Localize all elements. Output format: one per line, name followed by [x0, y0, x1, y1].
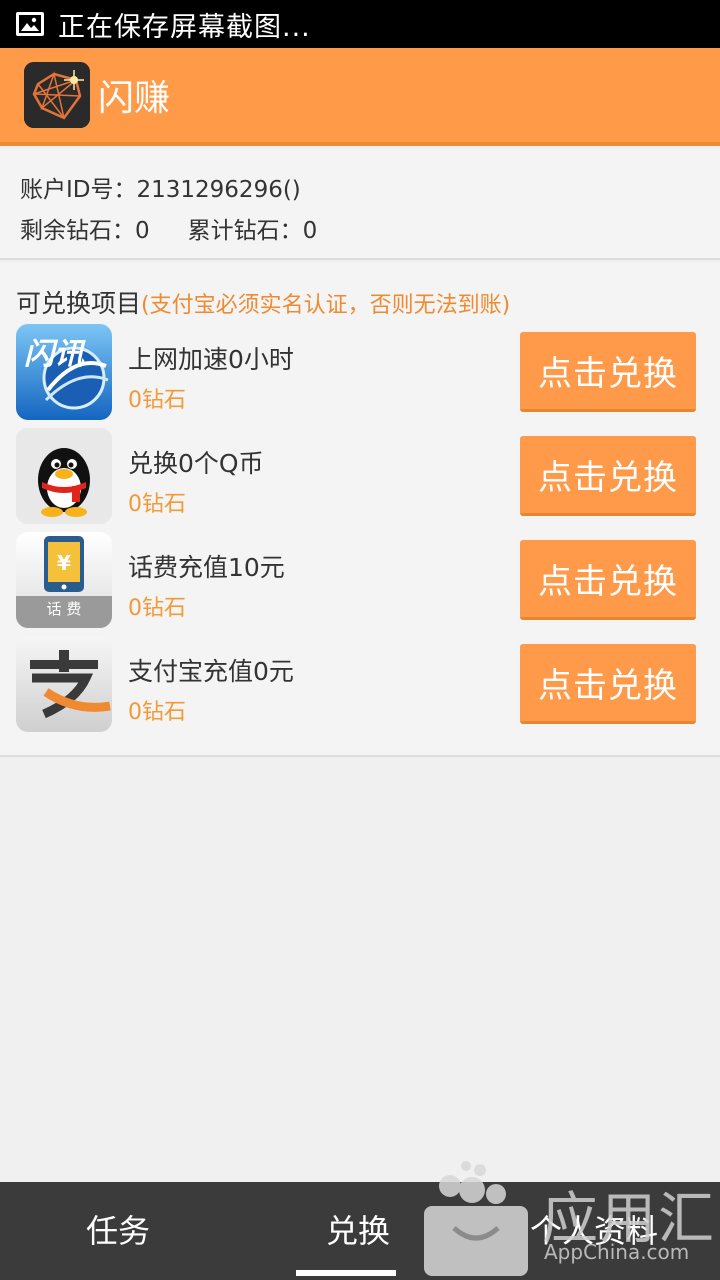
account-id-value: 2131296296()	[136, 177, 301, 203]
tab-profile[interactable]: 个人资料	[530, 1206, 658, 1252]
item-cost: 0钻石	[128, 492, 186, 517]
list-item: ¥ 话 费 话费充值10元 0钻石 点击兑换	[0, 532, 720, 636]
svg-text:闪讯: 闪讯	[24, 337, 86, 372]
item-name: 上网加速0小时	[128, 345, 294, 374]
total-value: 0	[302, 218, 318, 244]
item-name: 话费充值10元	[128, 553, 285, 582]
total-label: 累计钻石：	[187, 218, 303, 244]
diamond-logo-icon	[24, 62, 90, 128]
status-text: 正在保存屏幕截图...	[58, 11, 311, 43]
section-title: 可兑换项目(支付宝必须实名认证，否则无法到账)	[16, 284, 510, 320]
redeem-button[interactable]: 点击兑换	[520, 644, 696, 724]
account-id-row: 账户ID号：2131296296()	[20, 170, 301, 204]
image-icon	[16, 12, 44, 36]
flash-browser-icon: 闪讯	[16, 324, 112, 420]
item-name: 兑换0个Q币	[128, 449, 264, 478]
active-tab-indicator	[296, 1270, 396, 1276]
diamond-stats-row: 剩余钻石：0 累计钻石：0	[20, 211, 317, 245]
qq-penguin-icon	[16, 428, 112, 524]
bottom-tab-bar: 任务 兑换 个人资料	[0, 1182, 720, 1280]
remaining-value: 0	[135, 218, 150, 244]
list-item: 兑换0个Q币 0钻石 点击兑换	[0, 428, 720, 532]
status-bar: 正在保存屏幕截图...	[0, 0, 720, 48]
item-name: 支付宝充值0元	[128, 657, 294, 686]
list-item: 支付宝充值0元 0钻石 点击兑换	[0, 636, 720, 740]
section-title-text: 可兑换项目	[16, 289, 142, 318]
item-cost: 0钻石	[128, 700, 186, 725]
app-title: 闪赚	[98, 78, 171, 119]
tab-tasks[interactable]: 任务	[86, 1206, 150, 1252]
tab-exchange[interactable]: 兑换	[326, 1206, 390, 1252]
redeem-button[interactable]: 点击兑换	[520, 540, 696, 620]
account-panel: 账户ID号：2131296296() 剩余钻石：0 累计钻石：0	[0, 150, 720, 260]
svg-text:¥: ¥	[57, 551, 71, 575]
item-cost: 0钻石	[128, 596, 186, 621]
redeem-section: 可兑换项目(支付宝必须实名认证，否则无法到账) 闪讯 上网加速0小时 0钻石 点…	[0, 262, 720, 757]
remaining-label: 剩余钻石：	[20, 218, 135, 244]
item-cost: 0钻石	[128, 388, 186, 413]
list-item: 闪讯 上网加速0小时 0钻石 点击兑换	[0, 324, 720, 428]
app-bar: 闪赚	[0, 48, 720, 146]
section-note: (支付宝必须实名认证，否则无法到账)	[141, 293, 511, 318]
account-id-label: 账户ID号：	[20, 177, 137, 203]
redeem-button[interactable]: 点击兑换	[520, 332, 696, 412]
phone-bill-icon-label: 话 费	[46, 600, 82, 618]
alipay-icon	[16, 636, 112, 732]
phone-bill-icon: ¥ 话 费	[16, 532, 112, 628]
redeem-button[interactable]: 点击兑换	[520, 436, 696, 516]
